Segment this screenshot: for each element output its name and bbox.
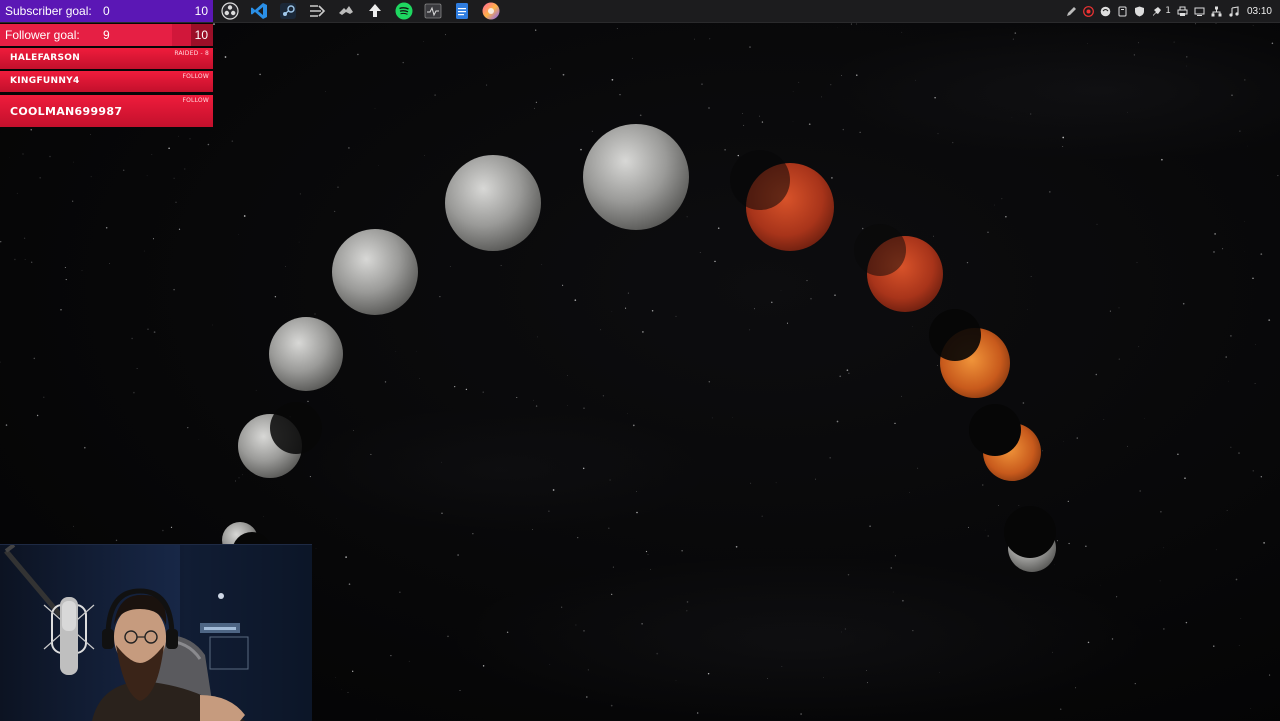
subscriber-goal-bar: Subscriber goal: 0 10 [0, 0, 213, 22]
alert-username: HALEFARSON [10, 53, 80, 63]
subscriber-goal-current: 0 [103, 4, 110, 18]
subscriber-goal-target: 10 [195, 4, 208, 18]
printer-icon[interactable] [1177, 6, 1188, 17]
moon-phase [445, 155, 541, 251]
alert-type: RAIDED - 8 [174, 50, 209, 57]
follower-goal-target: 10 [195, 28, 208, 42]
display-icon[interactable] [1194, 6, 1205, 17]
files-icon[interactable] [450, 0, 473, 22]
follower-goal-current: 9 [103, 28, 110, 42]
obs-icon[interactable] [218, 0, 241, 22]
color-picker-icon[interactable] [479, 0, 502, 22]
sync-icon[interactable] [1100, 6, 1111, 17]
vscode-icon[interactable] [247, 0, 270, 22]
spotify-icon[interactable] [392, 0, 415, 22]
notification-count: 1 [1165, 6, 1171, 16]
subscriber-goal-label: Subscriber goal: [5, 4, 92, 18]
game-icon[interactable] [334, 0, 357, 22]
alert-type: FOLLOW [182, 97, 209, 104]
moon-phase [269, 317, 343, 391]
clipboard-icon[interactable] [1117, 6, 1128, 17]
moon-phase [332, 229, 418, 315]
shield-icon[interactable] [1134, 6, 1145, 17]
notification-icon[interactable] [1151, 6, 1162, 17]
record-icon[interactable] [1083, 6, 1094, 17]
follower-goal-bar: Follower goal: 9 10 [0, 24, 213, 46]
clock[interactable]: 03:10 [1247, 6, 1272, 17]
system-monitor-icon[interactable] [421, 0, 444, 22]
music-note-icon[interactable] [1228, 6, 1239, 17]
alert-type: FOLLOW [182, 73, 209, 80]
webcam-feed [0, 544, 312, 721]
stream-deck-icon[interactable] [305, 0, 328, 22]
taskbar-apps [218, 0, 502, 22]
upload-icon[interactable] [363, 0, 386, 22]
alert-username: COOLMAN699987 [10, 105, 122, 118]
moon-phase [583, 124, 689, 230]
alert-item: HALEFARSON RAIDED - 8 [0, 48, 213, 69]
follower-goal-label: Follower goal: [5, 28, 80, 42]
steam-icon[interactable] [276, 0, 299, 22]
alert-username: KINGFUNNY4 [10, 76, 80, 86]
pencil-icon[interactable] [1066, 6, 1077, 17]
alert-item: KINGFUNNY4 FOLLOW [0, 71, 213, 92]
alert-item: COOLMAN699987 FOLLOW [0, 95, 213, 127]
network-icon[interactable] [1211, 6, 1222, 17]
system-tray: 1 03:10 [1066, 0, 1272, 22]
